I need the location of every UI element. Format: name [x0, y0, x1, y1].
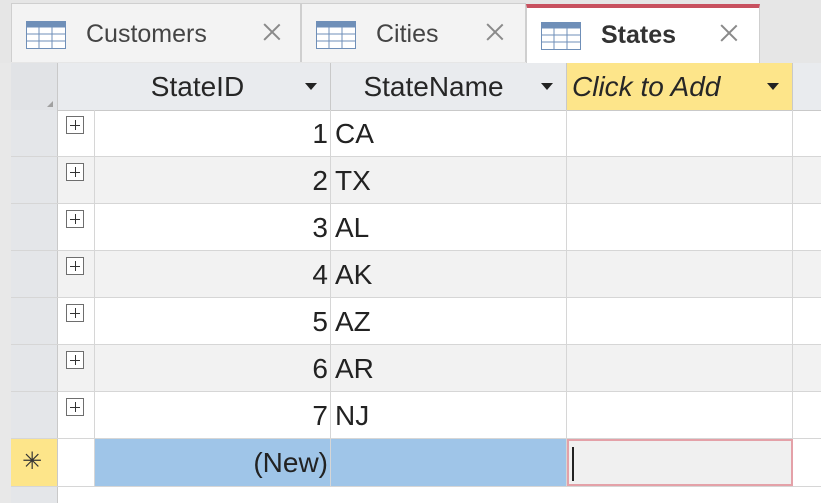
tab-states[interactable]: States — [526, 4, 760, 64]
column-header-stateid[interactable]: StateID — [95, 63, 331, 110]
expand-cell — [58, 251, 95, 297]
cell-stateid[interactable]: 1 — [95, 110, 331, 156]
tab-label: Cities — [376, 20, 439, 48]
column-header-label: StateID — [150, 71, 245, 102]
expand-plus-icon[interactable] — [66, 398, 84, 416]
cell-statename-new[interactable] — [331, 439, 567, 486]
tab-customers[interactable]: Customers — [11, 3, 301, 62]
dropdown-arrow-icon[interactable] — [538, 77, 556, 95]
table-row[interactable]: 3 AL — [11, 204, 821, 251]
grid-bottom — [11, 487, 821, 503]
datasheet-grid: StateID StateName Click to Add 1 CA 2 TX… — [0, 63, 821, 503]
expand-cell — [58, 298, 95, 344]
new-record-star-icon: ✳ — [22, 448, 43, 475]
table-row[interactable]: 6 AR — [11, 345, 821, 392]
expand-cell — [58, 392, 95, 438]
table-row[interactable]: 5 AZ — [11, 298, 821, 345]
cell-stateid[interactable]: 7 — [95, 392, 331, 438]
cell-stateid[interactable]: 3 — [95, 204, 331, 250]
record-selector[interactable] — [11, 251, 58, 297]
record-selector[interactable] — [11, 298, 58, 344]
record-selector[interactable] — [11, 110, 58, 156]
tab-cities[interactable]: Cities — [301, 3, 526, 62]
cell-statename[interactable]: AK — [331, 251, 567, 297]
table-row[interactable]: 4 AK — [11, 251, 821, 298]
table-row[interactable]: 7 NJ — [11, 392, 821, 439]
left-border — [0, 63, 11, 503]
cell-stateid[interactable]: 6 — [95, 345, 331, 391]
expand-cell — [58, 110, 95, 156]
table-icon — [316, 21, 356, 49]
expand-cell — [58, 439, 95, 486]
cell-click-to-add[interactable] — [567, 251, 793, 297]
table-row[interactable]: 2 TX — [11, 157, 821, 204]
close-icon[interactable] — [261, 21, 283, 43]
cell-click-to-add[interactable] — [567, 110, 793, 156]
close-icon[interactable] — [484, 21, 506, 43]
close-icon[interactable] — [718, 22, 740, 44]
dropdown-arrow-icon[interactable] — [302, 77, 320, 95]
tab-strip: Customers Cities States — [0, 0, 821, 64]
new-record-row[interactable]: ✳ (New) — [11, 439, 821, 487]
table-row[interactable]: 1 CA — [11, 110, 821, 157]
cell-stateid[interactable]: 5 — [95, 298, 331, 344]
expand-cell — [58, 345, 95, 391]
expand-cell — [58, 157, 95, 203]
expand-cell — [58, 204, 95, 250]
expand-plus-icon[interactable] — [66, 210, 84, 228]
select-all-corner[interactable] — [11, 63, 58, 110]
record-selector[interactable] — [11, 157, 58, 203]
record-selector[interactable] — [11, 204, 58, 250]
cell-stateid[interactable]: 4 — [95, 251, 331, 297]
expand-plus-icon[interactable] — [66, 116, 84, 134]
cell-stateid-new[interactable]: (New) — [95, 439, 331, 486]
expand-plus-icon[interactable] — [66, 163, 84, 181]
cell-click-to-add[interactable] — [567, 157, 793, 203]
table-icon — [26, 21, 66, 49]
cell-statename[interactable]: AZ — [331, 298, 567, 344]
record-selector[interactable] — [11, 345, 58, 391]
column-header-label: StateName — [363, 71, 504, 102]
cell-statename[interactable]: TX — [331, 157, 567, 203]
expand-plus-icon[interactable] — [66, 351, 84, 369]
cell-click-to-add[interactable] — [567, 345, 793, 391]
cell-click-to-add-new[interactable] — [567, 439, 793, 486]
table-icon — [541, 22, 581, 50]
expand-plus-icon[interactable] — [66, 257, 84, 275]
cell-click-to-add[interactable] — [567, 392, 793, 438]
new-record-selector[interactable]: ✳ — [11, 439, 58, 486]
text-cursor — [572, 447, 574, 481]
column-header-click-to-add[interactable]: Click to Add — [567, 63, 793, 110]
column-header-statename[interactable]: StateName — [331, 63, 567, 110]
cell-statename[interactable]: NJ — [331, 392, 567, 438]
tab-label: States — [601, 21, 677, 49]
cell-statename[interactable]: CA — [331, 110, 567, 156]
cell-stateid[interactable]: 2 — [95, 157, 331, 203]
cell-statename[interactable]: AR — [331, 345, 567, 391]
record-selector-empty — [11, 487, 58, 503]
dropdown-arrow-icon[interactable] — [764, 77, 782, 95]
column-header-label: Click to Add — [572, 71, 721, 102]
cell-click-to-add[interactable] — [567, 204, 793, 250]
tab-label: Customers — [86, 20, 207, 48]
expand-plus-icon[interactable] — [66, 304, 84, 322]
cell-statename[interactable]: AL — [331, 204, 567, 250]
record-selector[interactable] — [11, 392, 58, 438]
cell-click-to-add[interactable] — [567, 298, 793, 344]
